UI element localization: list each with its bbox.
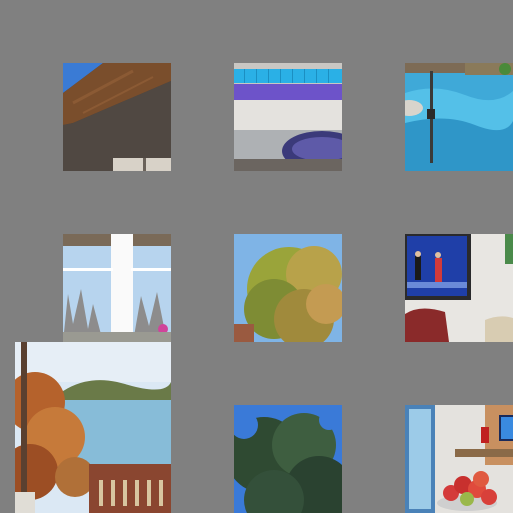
tile-green-foliage[interactable] <box>234 405 342 513</box>
tile-roof-eave[interactable] <box>63 63 171 171</box>
tile-window-view[interactable] <box>63 234 171 342</box>
tile-poolside-umbrella[interactable] <box>405 63 513 171</box>
tile-autumn-tree[interactable] <box>234 234 342 342</box>
tile-tv-living-room[interactable] <box>405 234 513 342</box>
poolside-umbrella-image <box>405 63 513 171</box>
green-foliage-image <box>234 405 342 513</box>
window-view-image <box>63 234 171 342</box>
pool-tiles-image <box>234 63 342 171</box>
autumn-tree-image <box>234 234 342 342</box>
image-grid <box>0 0 513 513</box>
tv-living-room-image <box>405 234 513 342</box>
tile-lake-deck[interactable] <box>15 342 171 513</box>
tile-kitchen-apples[interactable] <box>405 405 513 513</box>
roof-eave-image <box>63 63 171 171</box>
lake-deck-image <box>15 342 171 513</box>
tile-pool-tiles[interactable] <box>234 63 342 171</box>
kitchen-apples-image <box>405 405 513 513</box>
